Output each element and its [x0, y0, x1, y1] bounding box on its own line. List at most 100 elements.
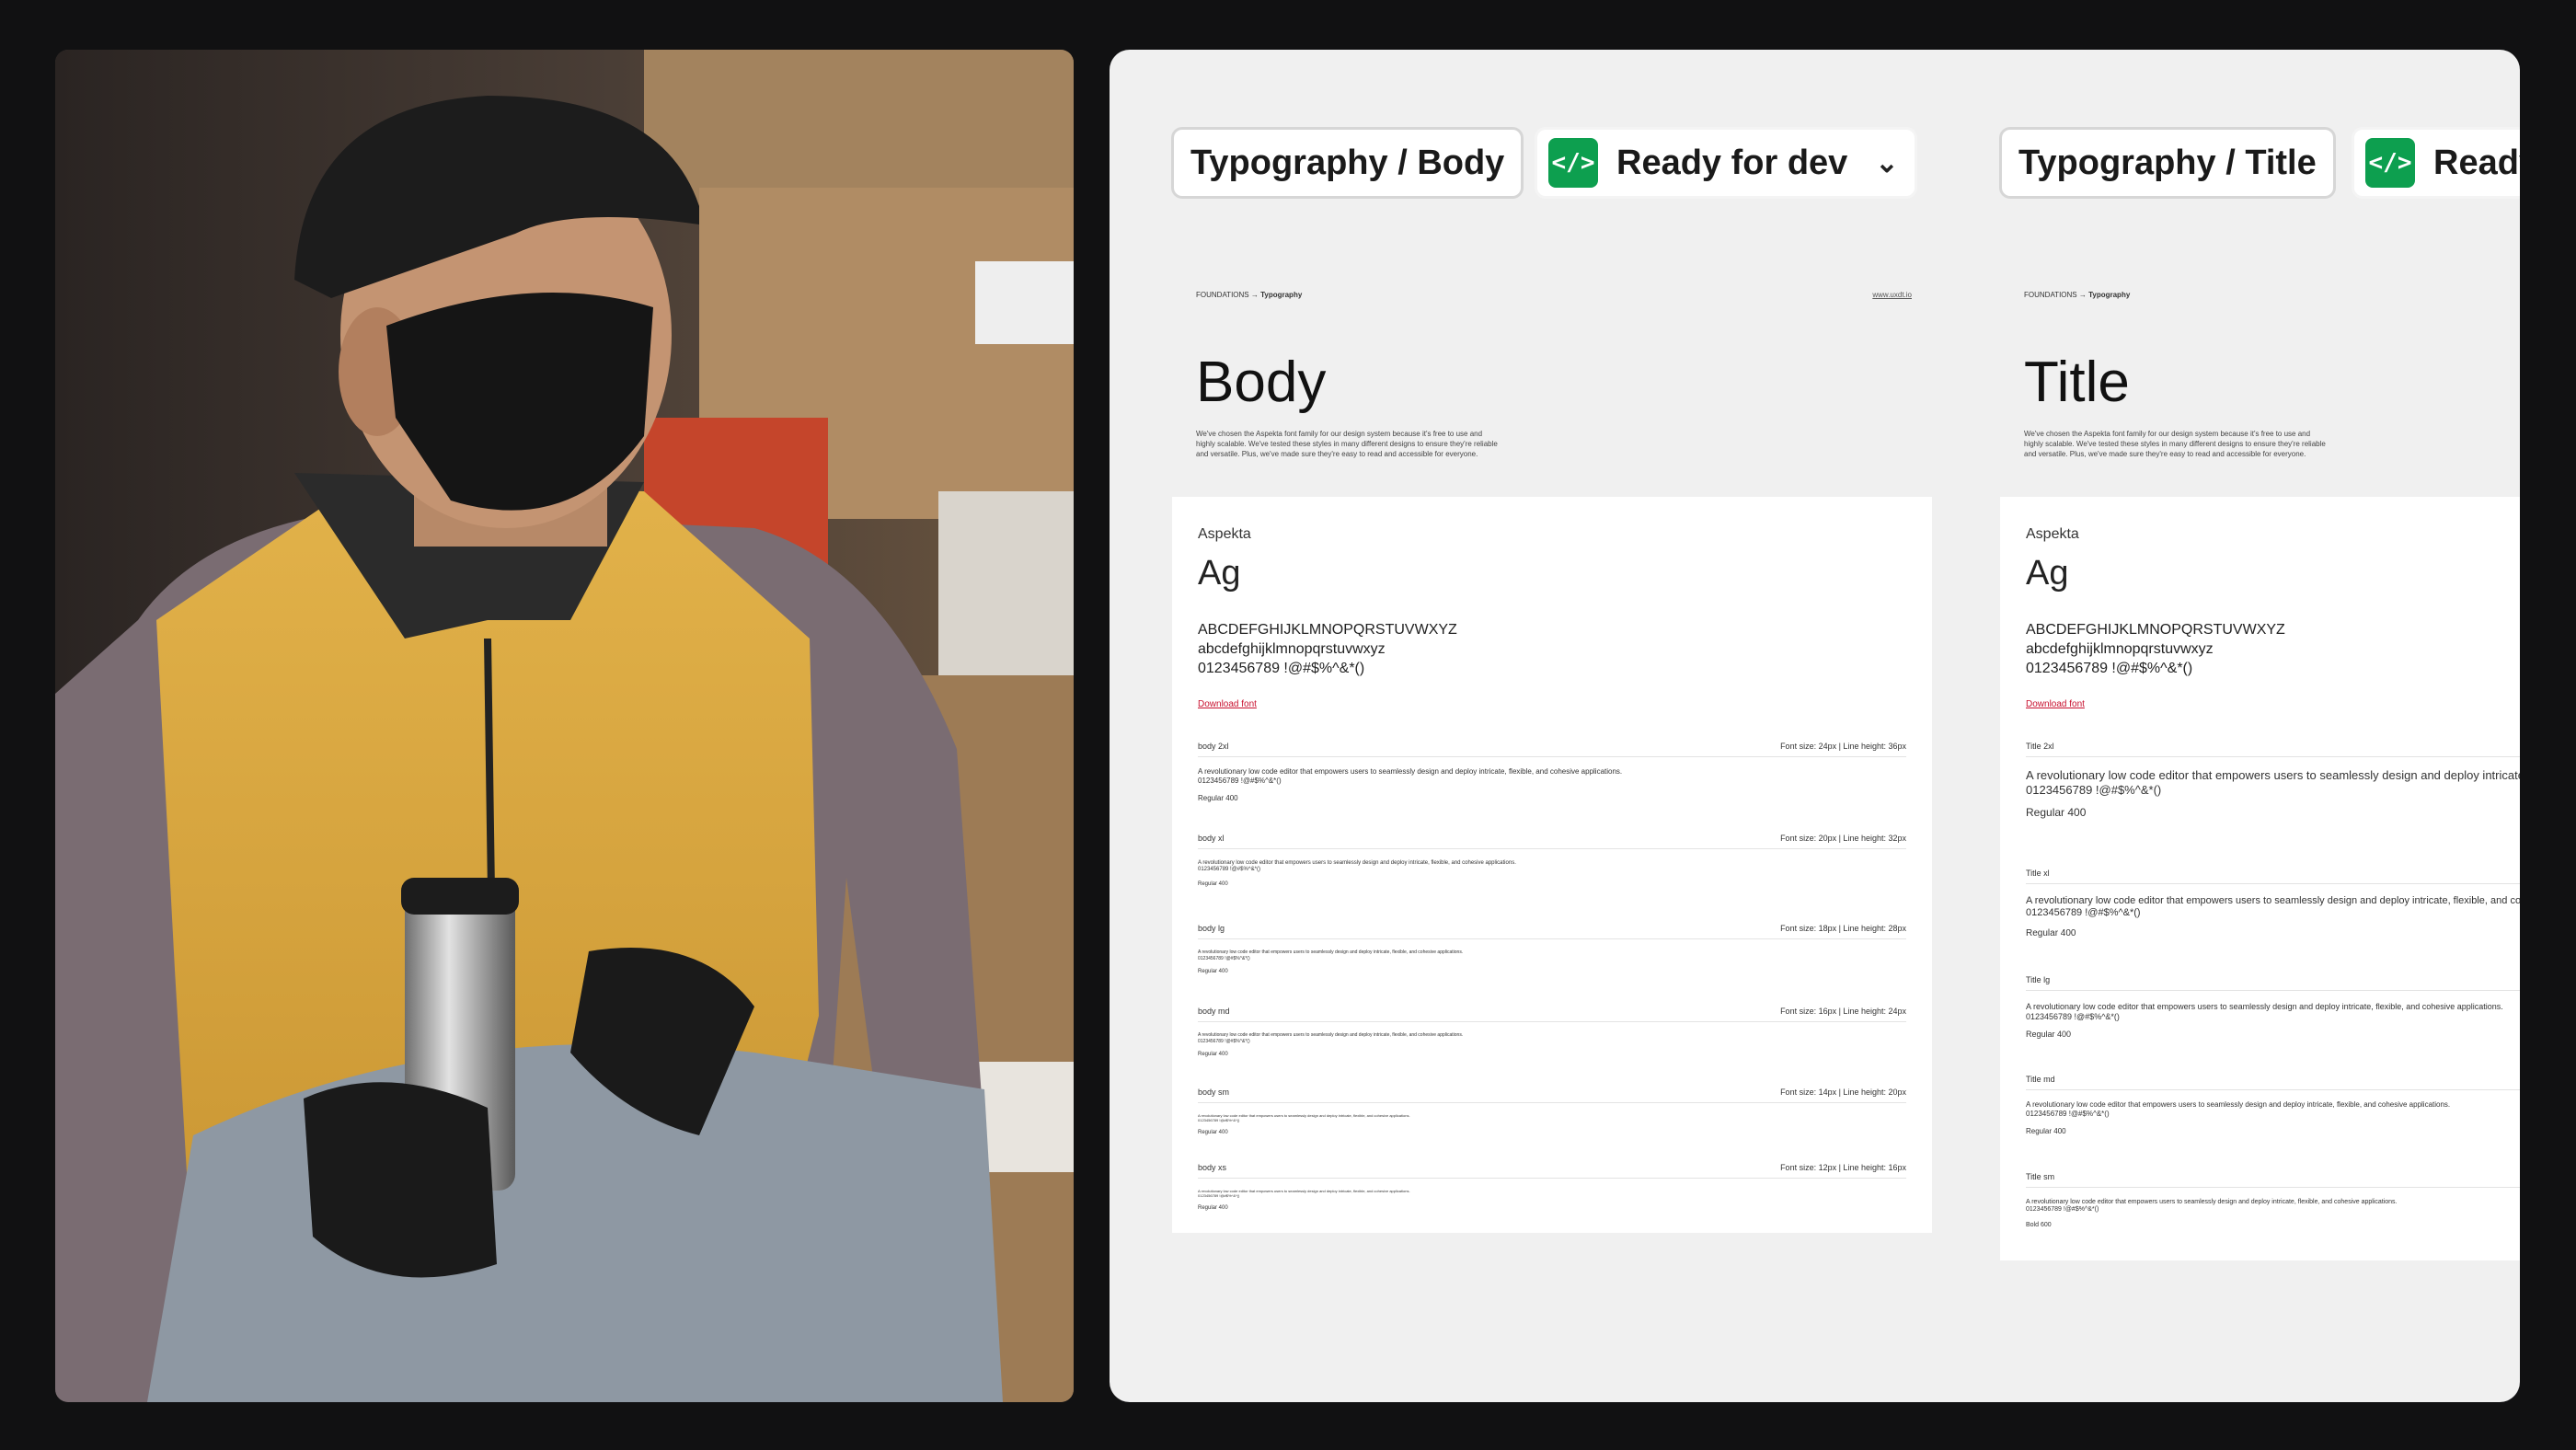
frame-label-text: Typography / Body	[1190, 143, 1505, 182]
type-style-row: body md Font size: 16px | Line height: 24…	[1198, 1007, 1906, 1080]
weight-label: Regular 400	[1198, 969, 1228, 974]
status-label: Ready	[2433, 143, 2520, 182]
page-title: Title	[2024, 351, 2130, 414]
type-style-row: body 2xl Font size: 24px | Line height: 3…	[1198, 742, 1906, 824]
frame-label-text: Typography / Title	[2018, 143, 2317, 182]
chevron-down-icon: ⌄	[1875, 147, 1899, 178]
sample-text: A revolutionary low code editor that emp…	[2026, 1002, 2503, 1011]
download-font-link[interactable]: Download font	[2026, 699, 2085, 709]
style-metrics: Font size: 20px | Line height: 32px	[1780, 834, 1906, 843]
sample-digits: 0123456789 !@#$%^&*()	[1198, 867, 1260, 872]
type-style-row: Title 2xl A revolutionary low code editor…	[2026, 742, 2520, 861]
sample-digits: 0123456789 !@#$%^&*()	[1198, 956, 1250, 961]
sample-digits: 0123456789 !@#$%^&*()	[2026, 1012, 2120, 1021]
divider	[1198, 1178, 1906, 1179]
code-icon: </>	[2365, 138, 2415, 188]
character-set: ABCDEFGHIJKLMNOPQRSTUVWXYZ abcdefghijklm…	[2026, 622, 2285, 676]
style-name: Title sm	[2026, 1172, 2055, 1181]
divider	[2026, 1089, 2520, 1090]
design-canvas: Typography / Body </> Ready for dev ⌄ Ty…	[1110, 50, 2520, 1402]
font-glyph-sample: Ag	[2026, 554, 2069, 593]
style-metrics: Font size: 14px | Line height: 20px	[1780, 1088, 1906, 1097]
divider	[2026, 883, 2520, 884]
sample-text: A revolutionary low code editor that emp…	[2026, 768, 2520, 782]
sample-digits: 0123456789 !@#$%^&*()	[2026, 783, 2162, 797]
sample-text: A revolutionary low code editor that emp…	[2026, 1199, 2398, 1205]
weight-label: Regular 400	[1198, 1052, 1228, 1057]
sample-digits: 0123456789 !@#$%^&*()	[1198, 1118, 1240, 1122]
breadcrumb: FOUNDATIONS → Typography	[1196, 291, 1303, 299]
type-style-row: body lg Font size: 18px | Line height: 28…	[1198, 924, 1906, 997]
type-style-row: Title md A revolutionary low code editor …	[2026, 1075, 2520, 1167]
divider	[1198, 938, 1906, 939]
style-metrics: Font size: 16px | Line height: 24px	[1780, 1007, 1906, 1016]
type-style-row: body sm Font size: 14px | Line height: 20…	[1198, 1088, 1906, 1156]
type-specimen-sheet: Aspekta Ag ABCDEFGHIJKLMNOPQRSTUVWXYZ ab…	[1172, 497, 1932, 1233]
website-link[interactable]: www.uxdt.io	[1872, 291, 1912, 299]
character-set: ABCDEFGHIJKLMNOPQRSTUVWXYZ abcdefghijklm…	[1198, 622, 1457, 676]
weight-label: Bold 600	[2026, 1222, 2052, 1228]
style-name: body md	[1198, 1007, 1230, 1016]
status-dropdown-clipped[interactable]: </> Ready	[2352, 127, 2520, 199]
sample-digits: 0123456789 !@#$%^&*()	[2026, 1206, 2099, 1213]
style-name: Title md	[2026, 1075, 2055, 1084]
type-style-row: body xl Font size: 20px | Line height: 32…	[1198, 834, 1906, 916]
weight-label: Regular 400	[2026, 806, 2087, 819]
weight-label: Regular 400	[1198, 794, 1238, 802]
sample-text: A revolutionary low code editor that emp…	[1198, 1032, 1464, 1038]
style-name: body lg	[1198, 924, 1225, 933]
intro-text: We've chosen the Aspekta font family for…	[2024, 430, 2326, 458]
style-name: body 2xl	[1198, 742, 1229, 751]
divider	[2026, 756, 2520, 757]
style-name: Title 2xl	[2026, 742, 2054, 751]
weight-label: Regular 400	[1198, 1205, 1228, 1211]
intro-text: We've chosen the Aspekta font family for…	[1196, 430, 1498, 458]
style-metrics: Font size: 24px | Line height: 36px	[1780, 742, 1906, 751]
type-style-row: Title xl A revolutionary low code editor …	[2026, 869, 2520, 970]
frame-label-typography-body[interactable]: Typography / Body	[1171, 127, 1524, 199]
type-specimen-sheet: Aspekta Ag ABCDEFGHIJKLMNOPQRSTUVWXYZ ab…	[2000, 497, 2520, 1260]
divider	[1198, 1021, 1906, 1022]
font-name: Aspekta	[2026, 526, 2079, 542]
sample-digits: 0123456789 !@#$%^&*()	[1198, 1039, 1250, 1044]
breadcrumb: FOUNDATIONS → Typography	[2024, 291, 2131, 299]
sample-digits: 0123456789 !@#$%^&*()	[2026, 907, 2141, 918]
status-dropdown[interactable]: </> Ready for dev ⌄	[1535, 127, 1918, 199]
weight-label: Regular 400	[1198, 881, 1228, 887]
weight-label: Regular 400	[2026, 1127, 2066, 1135]
status-label: Ready for dev	[1616, 143, 1848, 182]
sample-text: A revolutionary low code editor that emp…	[2026, 1100, 2451, 1109]
sample-text: A revolutionary low code editor that emp…	[1198, 949, 1464, 955]
sample-text: A revolutionary low code editor that emp…	[2026, 895, 2520, 906]
code-icon: </>	[1548, 138, 1598, 188]
weight-label: Regular 400	[2026, 1030, 2072, 1039]
frame-label-typography-title[interactable]: Typography / Title	[1999, 127, 2336, 199]
type-style-row: Title lg A revolutionary low code editor …	[2026, 975, 2520, 1067]
sample-text: A revolutionary low code editor that emp…	[1198, 767, 1623, 776]
font-name: Aspekta	[1198, 526, 1251, 542]
sample-text: A revolutionary low code editor that emp…	[1198, 860, 1516, 866]
font-glyph-sample: Ag	[1198, 554, 1241, 593]
divider	[1198, 848, 1906, 849]
style-name: body xs	[1198, 1163, 1227, 1172]
sample-digits: 0123456789 !@#$%^&*()	[1198, 777, 1282, 785]
divider	[2026, 1187, 2520, 1188]
divider	[1198, 756, 1906, 757]
style-metrics: Font size: 12px | Line height: 16px	[1780, 1163, 1906, 1172]
divider	[1198, 1102, 1906, 1103]
download-font-link[interactable]: Download font	[1198, 699, 1257, 709]
sample-digits: 0123456789 !@#$%^&*()	[1198, 1193, 1240, 1198]
courier-photo	[55, 50, 1074, 1402]
style-name: Title xl	[2026, 869, 2050, 878]
style-metrics: Font size: 18px | Line height: 28px	[1780, 924, 1906, 933]
style-name: body xl	[1198, 834, 1225, 843]
style-name: Title lg	[2026, 975, 2051, 984]
divider	[2026, 990, 2520, 991]
page-title: Body	[1196, 351, 1327, 414]
sample-digits: 0123456789 !@#$%^&*()	[2026, 1110, 2110, 1118]
weight-label: Regular 400	[2026, 928, 2076, 938]
style-name: body sm	[1198, 1088, 1230, 1097]
type-style-row: body xs Font size: 12px | Line height: 16…	[1198, 1163, 1906, 1218]
type-style-row: Title sm A revolutionary low code editor …	[2026, 1172, 2520, 1246]
weight-label: Regular 400	[1198, 1130, 1228, 1135]
